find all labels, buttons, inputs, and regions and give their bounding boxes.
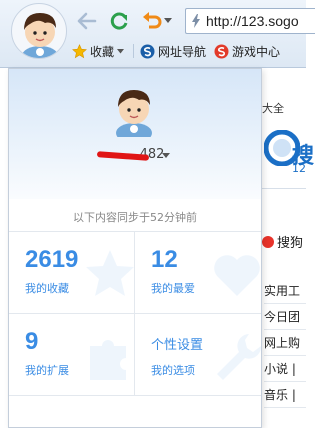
most-loved-count: 12 (151, 246, 178, 273)
personal-settings-link[interactable]: 个性设置 (151, 334, 203, 353)
most-loved-label: 我的最爱 (151, 282, 195, 295)
page-link[interactable]: 实用工 (264, 278, 306, 304)
favorites-cell[interactable]: 2619 我的收藏 (9, 232, 135, 314)
extensions-cell[interactable]: 9 我的扩展 (9, 314, 135, 396)
back-button[interactable] (76, 10, 98, 32)
options-cell[interactable]: 个性设置 我的选项 (135, 314, 261, 396)
avatar-icon (22, 13, 58, 58)
chevron-down-icon[interactable] (162, 153, 170, 158)
chevron-down-icon (164, 18, 172, 23)
page-link[interactable]: 网上购 (264, 330, 306, 356)
url-text: http://123.sogo (206, 13, 299, 29)
divider (133, 44, 135, 58)
page-link[interactable]: 音乐 | (264, 382, 306, 408)
favorites-count: 2619 (25, 246, 79, 273)
star-icon (86, 250, 134, 296)
page-brand-sub: 12 (292, 162, 306, 175)
user-popup-panel: 482 以下内容同步于52分钟前 2619 我的收藏 12 我的最爱 9 我的扩… (8, 68, 262, 428)
user-avatar-button[interactable] (11, 3, 67, 59)
extensions-label: 我的扩展 (25, 364, 69, 377)
panel-header: 482 (9, 69, 261, 199)
favorites-label: 我的收藏 (25, 282, 69, 295)
undo-close-button[interactable] (140, 10, 174, 32)
page-link[interactable]: 今日团 (264, 304, 306, 330)
game-icon (214, 44, 229, 58)
heart-icon (214, 255, 260, 296)
page-link-list: 实用工 今日团 网上购 小说 | 音乐 | (264, 278, 306, 408)
most-loved-cell[interactable]: 12 我的最爱 (135, 232, 261, 314)
bookmark-nav[interactable]: 网址导航 (140, 43, 206, 60)
extensions-count: 9 (25, 328, 39, 355)
bookmark-label: 游戏中心 (232, 44, 281, 59)
page-search-label: 搜狗 (277, 236, 304, 251)
star-icon (72, 43, 87, 58)
page-link[interactable]: 小说 | (264, 356, 306, 382)
wrench-icon (217, 334, 261, 380)
page-tab-text: 大全 (262, 102, 284, 115)
bolt-icon (190, 14, 202, 28)
back-arrow-icon (77, 12, 97, 30)
stats-grid: 2619 我的收藏 12 我的最爱 9 我的扩展 个性设置 我的选项 (9, 231, 261, 397)
bookmarks-bar: 收藏 网址导航 游戏中心 (72, 40, 288, 62)
bookmark-label: 收藏 (90, 44, 115, 59)
options-label: 我的选项 (151, 364, 195, 377)
address-bar[interactable]: http://123.sogo (185, 8, 315, 34)
refresh-button[interactable] (107, 10, 131, 32)
sogou-icon (262, 235, 274, 248)
sogou-nav-icon (140, 44, 155, 58)
browser-toolbar: http://123.sogo 收藏 网址导航 游戏中心 (0, 0, 315, 68)
bookmark-games[interactable]: 游戏中心 (214, 43, 280, 60)
undo-icon (143, 12, 162, 29)
page-search-link[interactable]: 搜狗 (262, 232, 303, 251)
refresh-icon (110, 12, 128, 30)
avatar-icon (116, 90, 152, 137)
puzzle-icon (90, 340, 126, 380)
chevron-down-icon (117, 48, 125, 53)
bookmark-favorites[interactable]: 收藏 (72, 43, 127, 60)
divider (262, 188, 306, 189)
sync-status: 以下内容同步于52分钟前 (73, 211, 197, 224)
bookmark-label: 网址导航 (158, 44, 207, 59)
